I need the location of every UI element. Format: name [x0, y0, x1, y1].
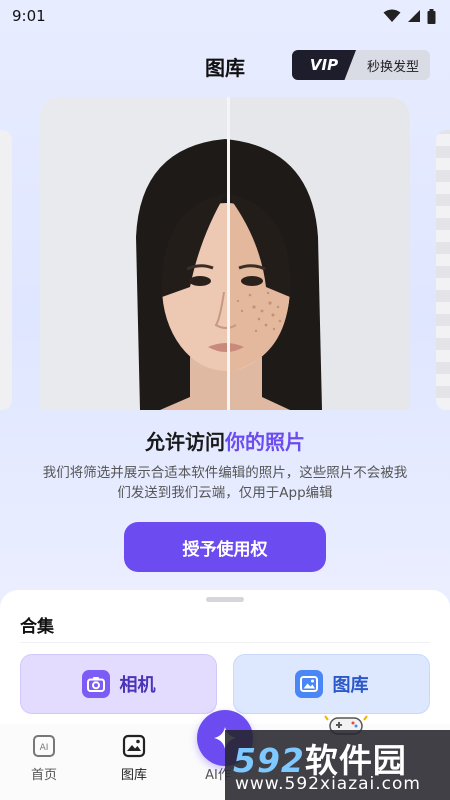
gallery-option-button[interactable]: 图库 [233, 654, 430, 714]
camera-option-button[interactable]: 相机 [20, 654, 217, 714]
before-after-portrait [40, 97, 410, 410]
battery-icon [427, 8, 436, 24]
hero-image-card [40, 97, 410, 410]
gallery-option-label: 图库 [332, 675, 369, 696]
ai-box-icon: AI [33, 735, 55, 757]
permission-title-highlight: 你的照片 [225, 430, 305, 454]
vip-tag: VIP [292, 50, 356, 80]
sheet-title: 合集 [20, 617, 54, 637]
tab-home[interactable]: AI 首页 [14, 734, 74, 783]
tab-home-label: 首页 [30, 768, 57, 783]
divider [20, 642, 430, 643]
watermark-url: www.592xiazai.com [235, 774, 421, 794]
camera-icon [81, 670, 110, 698]
header: 图库 VIP 秒换发型 [0, 44, 450, 86]
permission-title-part1: 允许访问 [145, 430, 225, 454]
tab-gallery[interactable]: 图库 [104, 734, 164, 783]
vip-hairstyle-button[interactable]: VIP 秒换发型 [292, 50, 430, 80]
tab-gallery-label: 图库 [120, 768, 147, 783]
status-time: 9:01 [12, 7, 46, 25]
sheet-handle[interactable] [206, 597, 244, 602]
signal-icon [408, 10, 420, 22]
camera-option-label: 相机 [119, 675, 156, 696]
vip-text: 秒换发型 [366, 59, 419, 75]
image-icon [294, 670, 323, 698]
svg-text:AI: AI [40, 743, 49, 753]
permission-description: 我们将筛选并展示合适本软件编辑的照片，这些照片不会被我们发送到我们云端，仅用于A… [42, 465, 408, 501]
wifi-icon [383, 9, 401, 22]
carousel-card-prev[interactable] [0, 130, 12, 410]
gallery-icon [122, 734, 146, 758]
watermark: 592软件园 www.592xiazai.com [225, 730, 450, 800]
grant-access-button[interactable]: 授予使用权 [124, 522, 326, 572]
permission-title: 允许访问你的照片 [0, 426, 450, 455]
status-bar: 9:01 [0, 0, 450, 32]
carousel-card-next[interactable] [436, 130, 450, 410]
status-icons [383, 8, 436, 24]
